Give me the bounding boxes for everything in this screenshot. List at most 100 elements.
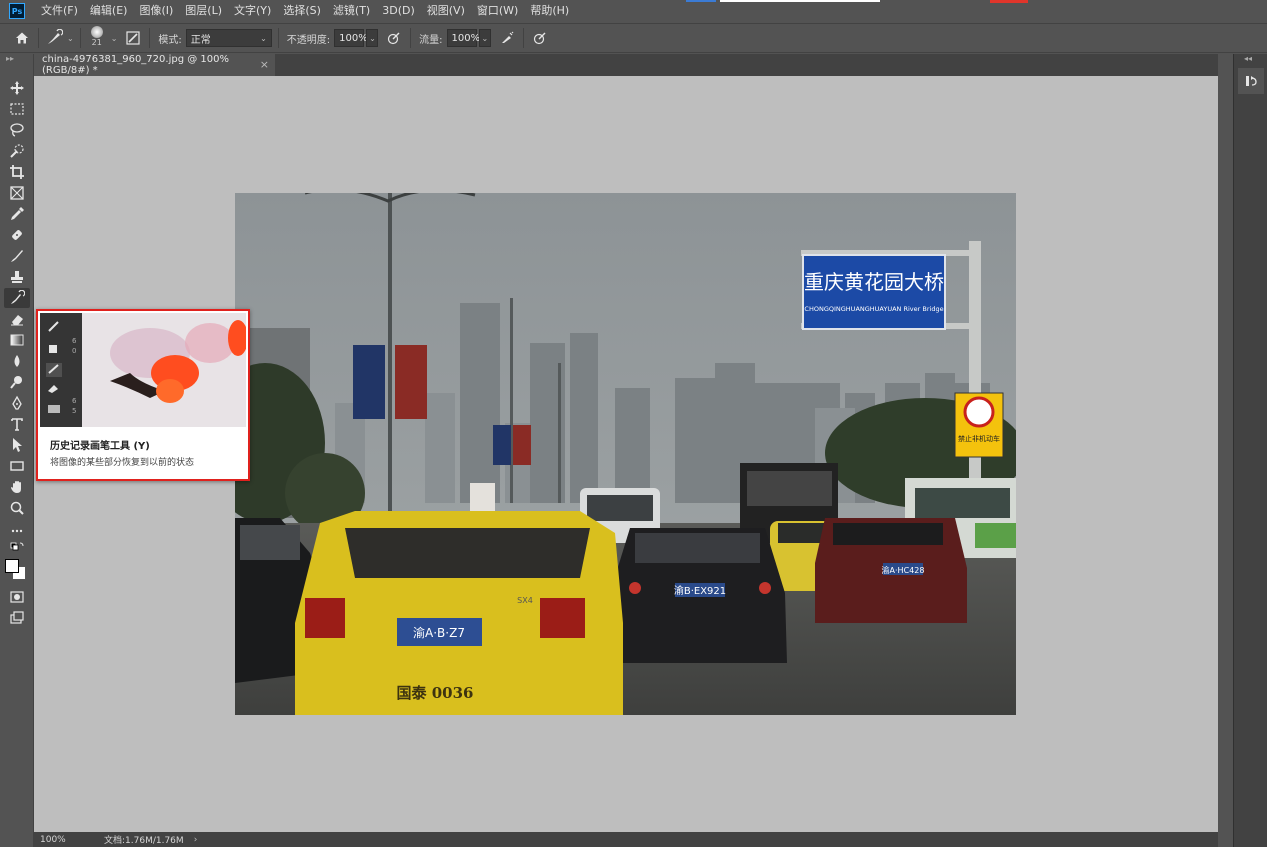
titlebar-accent [720,0,880,2]
pressure-opacity-icon[interactable] [384,28,404,48]
flow-dropdown[interactable]: ⌄ [478,29,491,47]
document-tab-title: china-4976381_960_720.jpg @ 100%(RGB/8#)… [42,54,229,76]
divider [277,28,279,48]
document-image[interactable]: 重庆黄花园大桥 CHONGQINGHUANGHUAYUAN River Brid… [235,193,1016,715]
opacity-input[interactable]: 100% [334,29,368,47]
healing-brush-tool-icon[interactable] [4,225,30,245]
divider [38,28,39,48]
marquee-tool-icon[interactable] [4,99,30,119]
mode-label: 模式: [158,34,182,46]
tool-preset-picker[interactable]: ⌄ [45,29,74,47]
sign-title: 重庆黄花园大桥 [804,270,944,294]
dodge-tool-icon[interactable] [4,372,30,392]
app-logo: Ps [9,3,25,19]
mode-select[interactable]: 正常 ⌄ [185,29,272,47]
menu-help[interactable]: 帮助(H) [524,0,575,22]
status-bar: 100% 文档:1.76M/1.76M › [34,832,1218,847]
tooltip-preview: 6 0 6 5 [40,313,246,427]
svg-text:0: 0 [72,347,76,355]
path-selection-tool-icon[interactable] [4,435,30,455]
tooltip-title: 历史记录画笔工具 (Y) [50,441,150,452]
opacity-value: 100% [339,32,368,44]
more-tools-icon[interactable] [4,521,30,541]
brush-picker[interactable]: 21 [87,24,107,52]
status-menu-arrow[interactable]: › [194,835,198,845]
tool-tooltip: 6 0 6 5 历史记录画笔工具 (Y) 将图像的某些部分恢复到以前的状态 [36,309,250,481]
eraser-tool-icon[interactable] [4,309,30,329]
rectangle-tool-icon[interactable] [4,456,30,476]
tools-panel: ▸▸ [0,54,34,847]
pen-tool-icon[interactable] [4,393,30,413]
quick-selection-tool-icon[interactable] [4,141,30,161]
brush-tool-icon[interactable] [4,246,30,266]
brush-tip-icon [90,26,103,38]
menu-edit[interactable]: 编辑(E) [84,0,134,22]
zoom-tool-icon[interactable] [4,498,30,518]
menu-bar: Ps 文件(F) 编辑(E) 图像(I) 图层(L) 文字(Y) 选择(S) 滤… [0,0,1267,22]
chevron-down-icon: ⌄ [67,33,74,43]
menu-window[interactable]: 窗口(W) [471,0,524,22]
frame-tool-icon[interactable] [4,183,30,203]
taxi-rear-text: 国泰 0036 [397,684,474,702]
menu-layer[interactable]: 图层(L) [179,0,228,22]
warning-sign-text: 禁止非机动车 [958,434,1000,443]
menu-select[interactable]: 选择(S) [277,0,327,22]
pressure-size-icon[interactable] [530,28,550,48]
collapse-icon[interactable]: ▸▸ [6,54,14,63]
menu-view[interactable]: 视图(V) [421,0,471,22]
clone-stamp-tool-icon[interactable] [4,267,30,287]
divider [410,28,412,48]
history-brush-icon [48,29,63,44]
menu-image[interactable]: 图像(I) [133,0,179,22]
car-plate: 渝B·EX921 [674,584,726,597]
zoom-level[interactable]: 100% [34,835,84,845]
document-info: 文档:1.76M/1.76M [104,836,184,846]
brush-size-value: 21 [91,38,102,47]
mode-value: 正常 [190,34,211,46]
move-tool-icon[interactable] [4,78,30,98]
suv-plate: 渝A·HC428 [882,565,925,575]
svg-text:6: 6 [72,337,77,345]
airbrush-icon[interactable] [497,28,517,48]
svg-text:6: 6 [72,397,77,405]
menu-filter[interactable]: 滤镜(T) [327,0,376,22]
screen-mode-icon[interactable] [4,608,30,628]
foreground-color-swatch[interactable] [5,559,19,573]
sign-subtitle: CHONGQINGHUANGHUAYUAN River Bridge [804,305,943,313]
chevron-down-icon[interactable]: ⌄ [111,34,118,43]
close-icon[interactable]: × [260,58,269,71]
taxi-plate: 渝A·B·Z7 [413,625,465,640]
flow-label: 流量: [419,34,443,46]
eyedropper-tool-icon[interactable] [4,204,30,224]
swap-colors-icon[interactable] [4,541,30,553]
lasso-tool-icon[interactable] [4,120,30,140]
taxi-brand: SX4 [517,596,533,605]
history-brush-tool-icon[interactable] [4,288,30,308]
titlebar-accent [686,0,716,2]
titlebar-accent [990,0,1028,3]
quick-mask-icon[interactable] [4,587,30,607]
brush-settings-icon[interactable] [123,28,143,48]
blur-tool-icon[interactable] [4,351,30,371]
hand-tool-icon[interactable] [4,477,30,497]
document-tab[interactable]: china-4976381_960_720.jpg @ 100%(RGB/8#)… [34,54,275,76]
flow-input[interactable]: 100% [446,29,480,47]
home-icon[interactable] [12,28,32,48]
menu-3d[interactable]: 3D(D) [376,0,421,22]
opacity-label: 不透明度: [286,34,331,46]
crop-tool-icon[interactable] [4,162,30,182]
chevron-down-icon: ⌄ [260,33,267,43]
history-panel-icon[interactable] [1238,68,1264,94]
opacity-dropdown[interactable]: ⌄ [366,29,379,47]
options-bar: ⌄ 21 ⌄ 模式: 正常 ⌄ 不透明度: 100% ⌄ 流量: 100% ⌄ [0,23,1267,53]
chevron-down-icon: ⌄ [481,33,489,43]
menu-file[interactable]: 文件(F) [35,0,84,22]
gradient-tool-icon[interactable] [4,330,30,350]
menu-type[interactable]: 文字(Y) [228,0,277,22]
type-tool-icon[interactable] [4,414,30,434]
chevron-down-icon: ⌄ [369,33,376,43]
collapse-icon[interactable]: ◂◂ [1244,54,1252,63]
divider [522,28,524,48]
divider [149,28,151,48]
flow-value: 100% [451,32,481,44]
